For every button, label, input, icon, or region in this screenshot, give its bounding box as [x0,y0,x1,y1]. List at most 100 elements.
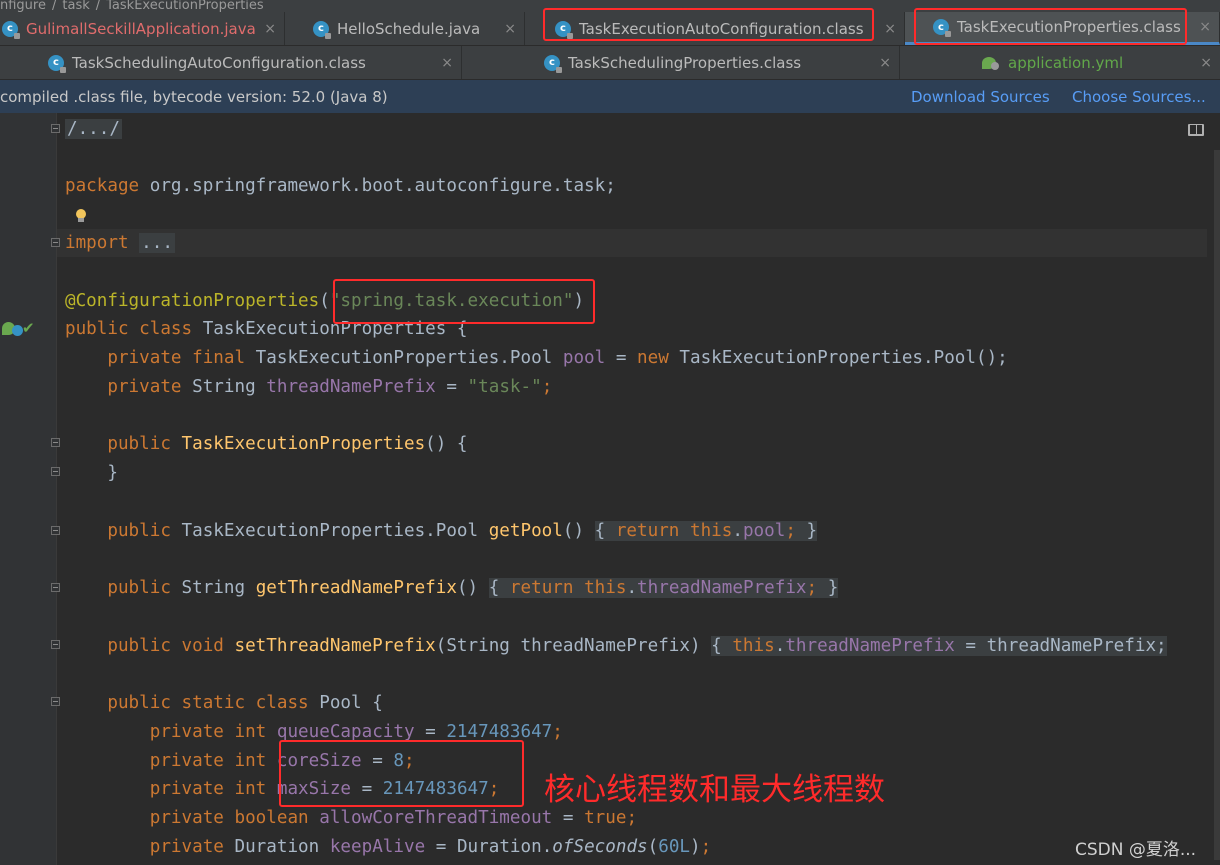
tab-label: GulimallSeckillApplication.java [26,19,256,38]
tab-application-yml[interactable]: application.yml × [900,46,1220,79]
code-line: public void setThreadNamePrefix(String t… [107,636,1167,656]
boolean-literal: true [584,808,627,828]
field-name: maxSize [276,779,352,799]
class-declaration: Pool { [319,693,383,713]
field-name: threadNamePrefix [785,636,955,656]
class-file-icon: c [48,54,66,73]
fold-marker-icon[interactable] [51,640,60,649]
constructor-call: TaskExecutionProperties.Pool(); [679,348,1008,368]
type-name: TaskExecutionProperties.Pool [255,348,553,368]
number-literal: 8 [393,751,404,771]
code-line: private final TaskExecutionProperties.Po… [107,348,1008,368]
spring-bean-gutter-icon[interactable]: ✔ [0,320,40,338]
code-line: private Duration keepAlive = Duration.of… [149,837,712,857]
fold-marker-icon[interactable] [51,124,60,133]
java-class-icon: c [2,20,20,39]
checkmark-icon: ✔ [22,319,35,337]
number-literal: 2147483647 [382,779,489,799]
code-line: /.../ [65,115,122,143]
decompiled-notice-bar: compiled .class file, bytecode version: … [0,80,1220,113]
code-line: private int coreSize = 8; [149,751,415,771]
breadcrumb-item[interactable]: TaskExecutionProperties [106,0,264,12]
breadcrumb-item[interactable]: nfigure [0,0,46,12]
tab-label: TaskExecutionAutoConfiguration.class [579,19,864,38]
field-name: threadNamePrefix [266,377,436,397]
tab-label: TaskSchedulingProperties.class [568,53,802,72]
editor-tab-row-1: c GulimallSeckillApplication.java × c He… [0,12,1220,46]
field-name: allowCoreThreadTimeout [319,808,553,828]
editor-gutter[interactable] [0,113,57,865]
current-line-highlight [57,229,1207,257]
breadcrumb-item[interactable]: task [62,0,89,12]
string-literal: "task-" [467,377,542,397]
close-icon[interactable]: × [441,55,453,71]
annotation-value: "spring.task.execution" [329,291,574,311]
java-class-icon: c [313,20,331,39]
close-icon[interactable]: × [884,21,896,37]
fold-marker-icon[interactable] [51,697,60,706]
keyword-import: import [65,233,129,253]
close-icon[interactable]: × [879,55,891,71]
field-name: keepAlive [329,837,426,857]
tab-gulimall-seckill-application[interactable]: c GulimallSeckillApplication.java × [0,12,285,45]
package-name: org.springframework.boot.autoconfigure.t… [139,176,616,196]
notice-message: compiled .class file, bytecode version: … [0,88,388,106]
download-sources-link[interactable]: Download Sources [911,88,1050,106]
class-file-icon: c [933,19,951,37]
tab-label: application.yml [1008,53,1124,72]
method-name: ofSeconds [552,837,648,857]
field-name: threadNamePrefix [637,578,807,598]
field-name: pool [562,348,606,368]
vertical-scrollbar[interactable] [1214,150,1220,860]
number-literal: 2147483647 [446,722,553,742]
annotation: @ConfigurationProperties [65,291,320,311]
annotation-text: 核心线程数和最大线程数 [544,772,885,808]
tab-label: TaskExecutionProperties.class [957,18,1181,36]
code-line: private int maxSize = 2147483647; [149,779,500,799]
fold-marker-icon[interactable] [51,238,60,247]
code-line: public class TaskExecutionProperties { [65,319,468,339]
code-line: private int queueCapacity = 2147483647; [149,722,563,742]
tab-task-execution-auto-configuration[interactable]: c TaskExecutionAutoConfiguration.class × [525,12,905,45]
tab-label: TaskSchedulingAutoConfiguration.class [72,53,366,72]
lightbulb-icon[interactable] [75,209,87,223]
breadcrumb-separator: / [95,0,101,12]
code-line: public TaskExecutionProperties.Pool getP… [107,521,818,541]
field-name: pool [742,521,786,541]
class-file-icon: c [544,54,562,73]
field-name: queueCapacity [276,722,415,742]
close-icon[interactable]: × [264,21,276,37]
folded-header[interactable]: /.../ [65,119,122,139]
code-line: } [65,463,118,483]
breadcrumb-separator: / [51,0,57,12]
method-name: getPool [488,521,563,541]
code-line: public TaskExecutionProperties() { [107,434,468,454]
tab-task-scheduling-properties[interactable]: c TaskSchedulingProperties.class × [462,46,900,79]
code-line: package org.springframework.boot.autocon… [65,172,616,200]
folded-imports[interactable]: ... [139,233,175,253]
class-declaration: TaskExecutionProperties { [202,319,468,339]
assignment: = threadNamePrefix; [954,636,1167,656]
fold-marker-icon[interactable] [51,438,60,447]
reader-mode-icon[interactable] [1188,124,1204,136]
close-icon[interactable]: × [504,21,516,37]
choose-sources-link[interactable]: Choose Sources... [1072,88,1206,106]
field-name: coreSize [276,751,362,771]
method-name: getThreadNamePrefix [255,578,457,598]
constructor-name: TaskExecutionProperties [181,434,426,454]
close-icon[interactable]: × [1200,55,1212,71]
number-literal: 60L [658,837,691,857]
type-name: TaskExecutionProperties.Pool [181,521,479,541]
close-icon[interactable]: × [1199,19,1211,35]
spring-yaml-icon [982,55,1000,71]
editor-tab-row-2: c TaskSchedulingAutoConfiguration.class … [0,46,1220,80]
tab-hello-schedule[interactable]: c HelloSchedule.java × [285,12,525,45]
fold-marker-icon[interactable] [51,526,60,535]
fold-marker-icon[interactable] [51,467,60,476]
tab-task-scheduling-auto-configuration[interactable]: c TaskSchedulingAutoConfiguration.class … [0,46,462,79]
watermark: CSDN @夏洛... [1075,840,1197,860]
fold-marker-icon[interactable] [51,583,60,592]
tab-task-execution-properties[interactable]: c TaskExecutionProperties.class × [905,12,1220,45]
code-line: import ... [65,229,175,257]
parameter-list: (String threadNamePrefix) [435,636,701,656]
